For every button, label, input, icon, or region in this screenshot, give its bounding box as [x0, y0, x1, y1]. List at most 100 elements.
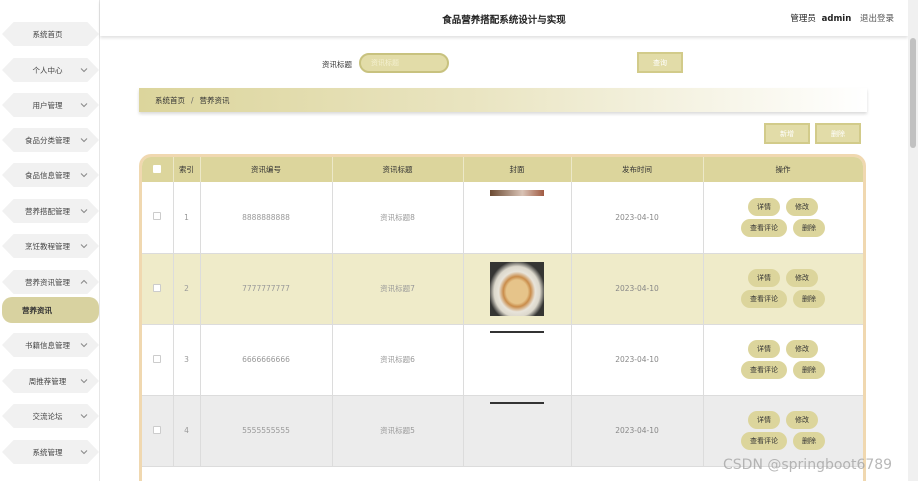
search-button[interactable]: 查询 [637, 52, 683, 73]
chevron-down-icon [79, 447, 89, 457]
breadcrumb-separator: / [191, 95, 194, 105]
column-header: 操作 [703, 157, 863, 182]
cover-image[interactable] [490, 402, 544, 404]
sidebar-item-label: 营养资讯 [22, 305, 52, 315]
detail-button[interactable]: 详情 [748, 411, 780, 429]
index-cell: 1 [173, 182, 201, 254]
chevron-down-icon [79, 135, 89, 145]
view-comments-button[interactable]: 查看评论 [741, 361, 787, 379]
view-comments-button[interactable]: 查看评论 [741, 290, 787, 308]
sidebar-item[interactable]: 交流论坛 [2, 404, 99, 428]
delete-row-button[interactable]: 删除 [793, 432, 825, 450]
row-select-cell[interactable] [142, 324, 174, 396]
row-checkbox[interactable] [153, 212, 162, 221]
operations-cell: 详情 修改查看评论 删除 [703, 253, 863, 325]
date-cell: 2023-04-10 [571, 182, 704, 254]
cover-image[interactable] [490, 189, 544, 196]
cover-image[interactable] [490, 261, 544, 316]
top-header: 食品营养搭配系统设计与实现 管理员 admin 退出登录 [100, 0, 908, 36]
sidebar-item-label: 周推荐管理 [28, 376, 67, 386]
search-input[interactable] [359, 53, 449, 73]
select-all-checkbox[interactable] [153, 164, 162, 173]
chevron-down-icon [79, 100, 89, 110]
sidebar-item-label: 系统管理 [32, 447, 63, 457]
page-scrollbar[interactable] [908, 0, 918, 481]
row-select-cell[interactable] [142, 253, 174, 325]
operations-cell: 详情 修改查看评论 删除 [703, 395, 863, 467]
sidebar-item[interactable]: 周推荐管理 [2, 369, 99, 393]
table-row: 2 7777777777 资讯标题7 2023-04-10 详情 修改 查看评论 删除 [142, 253, 863, 325]
breadcrumb-home[interactable]: 系统首页 [155, 95, 185, 106]
sidebar-item[interactable]: 书籍信息管理 [2, 333, 99, 357]
table-row: 1 8888888888 资讯标题8 2023-04-10 详情 修改 查看评论 删除 [142, 182, 863, 254]
edit-button[interactable]: 修改 [786, 197, 818, 216]
data-table: 索引 资讯编号 资讯标题 封面 发布时间 操作 1 8888888888 资讯标题8… [139, 154, 866, 481]
chevron-down-icon [79, 170, 89, 180]
chevron-down-icon [79, 241, 89, 251]
sidebar-item[interactable]: 个人中心 [2, 58, 99, 82]
user-area: 管理员 admin 退出登录 [790, 12, 894, 24]
title-cell: 资讯标题7 [332, 253, 464, 325]
chevron-down-icon [79, 206, 89, 216]
edit-button[interactable]: 修改 [786, 269, 818, 287]
sidebar-item[interactable]: 系统管理 [2, 440, 99, 464]
table-header-row: 索引 资讯编号 资讯标题 封面 发布时间 操作 [142, 157, 863, 182]
sidebar-item[interactable]: 营养资讯管理 [2, 270, 99, 294]
code-cell: 7777777777 [200, 253, 333, 325]
cover-cell [463, 253, 572, 325]
code-cell: 6666666666 [200, 324, 333, 396]
column-header: 索引 [173, 157, 201, 182]
delete-row-button[interactable]: 删除 [793, 361, 825, 379]
csdn-watermark: CSDN @springboot6789 [723, 457, 893, 473]
delete-row-button[interactable]: 删除 [793, 290, 825, 308]
scrollbar-thumb[interactable] [910, 38, 916, 148]
sidebar-item[interactable]: 营养资讯 [2, 297, 99, 323]
delete-row-button[interactable]: 删除 [793, 218, 825, 237]
sidebar-item[interactable]: 烹饪教程管理 [2, 234, 99, 258]
sidebar: 系统首页 个人中心 用户管理 食品分类管理 食品信息管理 营养搭配管理 烹饪教程管理 营养资讯… [0, 0, 100, 481]
chevron-down-icon [79, 65, 89, 75]
chevron-down-icon [79, 376, 89, 386]
index-cell: 2 [173, 253, 201, 325]
sidebar-item-label: 交流论坛 [32, 411, 63, 421]
sidebar-item[interactable]: 营养搭配管理 [2, 199, 99, 223]
cover-cell [463, 324, 572, 396]
operations-cell: 详情 修改查看评论 删除 [703, 324, 863, 396]
cover-image[interactable] [490, 331, 544, 333]
date-cell: 2023-04-10 [571, 324, 704, 396]
index-cell: 4 [173, 395, 201, 467]
breadcrumb: 系统首页 / 营养资讯 [139, 88, 867, 112]
sidebar-item-label: 食品信息管理 [25, 170, 70, 180]
code-cell: 5555555555 [200, 395, 333, 467]
row-checkbox[interactable] [153, 283, 162, 292]
sidebar-item-label: 书籍信息管理 [25, 340, 70, 350]
app-title: 食品营养搭配系统设计与实现 [442, 15, 566, 26]
column-header: 发布时间 [571, 157, 704, 182]
view-comments-button[interactable]: 查看评论 [741, 432, 787, 450]
sidebar-item-label: 系统首页 [32, 29, 63, 39]
detail-button[interactable]: 详情 [748, 197, 780, 216]
logout-link[interactable]: 退出登录 [860, 14, 894, 24]
row-select-cell[interactable] [142, 182, 174, 254]
code-cell: 8888888888 [200, 182, 333, 254]
sidebar-item[interactable]: 食品分类管理 [2, 128, 99, 152]
row-checkbox[interactable] [153, 354, 162, 363]
table-row: 3 6666666666 资讯标题6 2023-04-10 详情 修改 查看评论 删除 [142, 324, 863, 396]
sidebar-item[interactable]: 用户管理 [2, 93, 99, 117]
sidebar-item[interactable]: 食品信息管理 [2, 163, 99, 187]
select-all-header[interactable] [142, 157, 174, 182]
edit-button[interactable]: 修改 [786, 340, 818, 358]
add-button[interactable]: 新增 [764, 123, 810, 144]
row-checkbox[interactable] [153, 425, 162, 434]
cover-cell [463, 395, 572, 467]
date-cell: 2023-04-10 [571, 395, 704, 467]
sidebar-item-label: 营养搭配管理 [25, 206, 70, 216]
edit-button[interactable]: 修改 [786, 411, 818, 429]
view-comments-button[interactable]: 查看评论 [741, 218, 787, 237]
row-select-cell[interactable] [142, 395, 174, 467]
sidebar-item[interactable]: 系统首页 [2, 22, 99, 46]
detail-button[interactable]: 详情 [748, 340, 780, 358]
detail-button[interactable]: 详情 [748, 269, 780, 287]
batch-delete-button[interactable]: 删除 [815, 123, 861, 144]
sidebar-item-label: 食品分类管理 [25, 135, 70, 145]
